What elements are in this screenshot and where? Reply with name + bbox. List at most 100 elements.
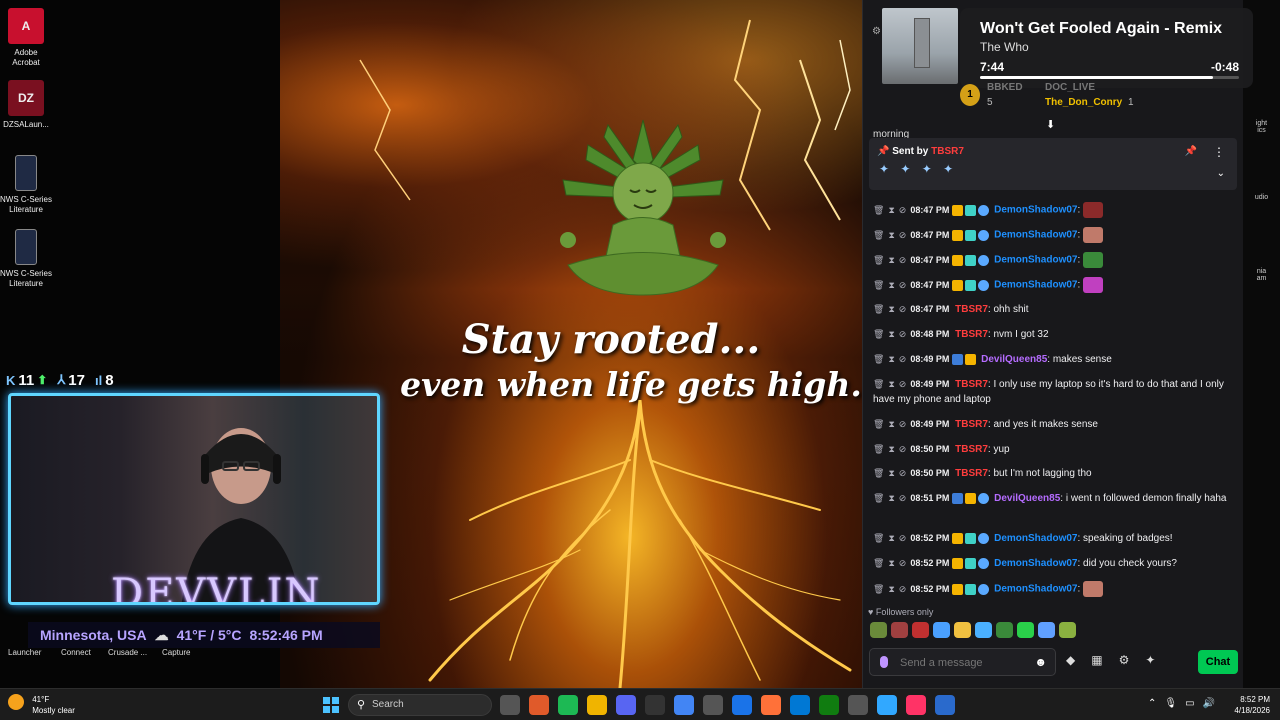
ban-icon[interactable]: ⊘	[899, 584, 907, 594]
desktop-icon-capture[interactable]: Capture	[162, 648, 190, 657]
taskbar-app-icon[interactable]	[587, 695, 607, 715]
chat-username[interactable]: DemonShadow07	[994, 255, 1077, 266]
chat-username[interactable]: TBSR7	[955, 379, 988, 390]
ban-icon[interactable]: ⊘	[899, 255, 907, 265]
timeout-icon[interactable]: ⧗	[888, 444, 894, 454]
chat-username[interactable]: DemonShadow07	[994, 584, 1077, 595]
chat-username[interactable]: DevilQueen85	[981, 354, 1047, 365]
desktop-icon-label[interactable]: nia am	[1243, 268, 1280, 282]
emote-icon[interactable]	[1038, 622, 1055, 638]
taskbar-app-icon[interactable]	[703, 695, 723, 715]
chat-username[interactable]: DemonShadow07	[994, 205, 1077, 216]
timeout-icon[interactable]: ⧗	[888, 304, 894, 314]
windows-start-icon[interactable]	[323, 697, 339, 713]
timeout-icon[interactable]: ⧗	[888, 255, 894, 265]
microphone-icon[interactable]: 🎙	[1164, 698, 1177, 709]
chat-username[interactable]: DemonShadow07	[994, 230, 1077, 241]
taskbar-app-icon[interactable]	[616, 695, 636, 715]
delete-icon[interactable]: 🗑	[873, 280, 884, 290]
timeout-icon[interactable]: ⧗	[888, 329, 894, 339]
pin-icon[interactable]: 📌	[1185, 146, 1197, 157]
collapse-arrow-icon[interactable]: ⬇	[1046, 118, 1055, 131]
ban-icon[interactable]: ⊘	[899, 558, 907, 568]
timeout-icon[interactable]: ⧗	[888, 584, 894, 594]
pinned-sender[interactable]: TBSR7	[931, 146, 964, 157]
emoji-icon[interactable]: ☻	[1034, 655, 1047, 669]
desktop-icon-acrobat[interactable]: A Adobe Acrobat	[0, 8, 52, 68]
ban-icon[interactable]: ⊘	[899, 205, 907, 215]
chat-username[interactable]: TBSR7	[955, 444, 988, 455]
ban-icon[interactable]: ⊘	[899, 230, 907, 240]
timeout-icon[interactable]: ⧗	[888, 493, 894, 503]
mic-icon[interactable]	[880, 656, 888, 668]
timeout-icon[interactable]: ⧗	[888, 379, 894, 389]
taskbar-app-icon[interactable]	[761, 695, 781, 715]
delete-icon[interactable]: 🗑	[873, 255, 884, 265]
delete-icon[interactable]: 🗑	[873, 558, 884, 568]
desktop-icon-launcher[interactable]: Launcher	[8, 648, 41, 657]
emote-icon[interactable]	[1059, 622, 1076, 638]
ban-icon[interactable]: ⊘	[899, 354, 907, 364]
ban-icon[interactable]: ⊘	[899, 468, 907, 478]
leader-user[interactable]: The_Don_Conry	[1045, 97, 1122, 108]
desktop-icon-label[interactable]: udio	[1243, 194, 1280, 201]
chat-username[interactable]: TBSR7	[955, 419, 988, 430]
delete-icon[interactable]: 🗑	[873, 419, 884, 429]
taskbar-app-icon[interactable]	[558, 695, 578, 715]
store-icon[interactable]: ▦	[1091, 653, 1102, 667]
chat-username[interactable]: DemonShadow07	[994, 280, 1077, 291]
ban-icon[interactable]: ⊘	[899, 379, 907, 389]
chat-username[interactable]: TBSR7	[955, 468, 988, 479]
timeout-icon[interactable]: ⧗	[888, 533, 894, 543]
leader-user[interactable]: BBKED	[987, 82, 1023, 93]
taskbar-app-icon[interactable]	[529, 695, 549, 715]
emote-icon[interactable]	[870, 622, 887, 638]
ban-icon[interactable]: ⊘	[899, 493, 907, 503]
chat-username[interactable]: DemonShadow07	[994, 533, 1077, 544]
chevron-down-icon[interactable]: ⌄	[1217, 168, 1225, 179]
taskbar-clock[interactable]: 8:52 PM 4/18/2026	[1226, 694, 1270, 716]
delete-icon[interactable]: 🗑	[873, 304, 884, 314]
delete-icon[interactable]: 🗑	[873, 444, 884, 454]
ban-icon[interactable]: ⊘	[899, 419, 907, 429]
delete-icon[interactable]: 🗑	[873, 354, 884, 364]
emote-icon[interactable]	[933, 622, 950, 638]
chevron-up-icon[interactable]: ⌃	[1148, 698, 1156, 709]
extension-icon[interactable]: ✦	[1145, 653, 1155, 667]
chat-send-button[interactable]: Chat	[1198, 650, 1238, 674]
taskbar-app-icon[interactable]	[645, 695, 665, 715]
taskbar-search[interactable]: ⚲ Search	[348, 694, 492, 716]
ban-icon[interactable]: ⊘	[899, 329, 907, 339]
delete-icon[interactable]: 🗑	[873, 205, 884, 215]
gear-icon[interactable]: ⚙	[1119, 653, 1130, 667]
desktop-icon-nws-1[interactable]: NWS C-Series Literature	[0, 155, 52, 215]
desktop-icon-nws-2[interactable]: NWS C-Series Literature	[0, 229, 52, 289]
emote-icon[interactable]	[954, 622, 971, 638]
chat-username[interactable]: TBSR7	[955, 304, 988, 315]
taskbar-app-icon[interactable]	[906, 695, 926, 715]
ban-icon[interactable]: ⊘	[899, 280, 907, 290]
more-options-icon[interactable]: ⋮	[1213, 145, 1225, 159]
taskbar-app-icon[interactable]	[877, 695, 897, 715]
delete-icon[interactable]: 🗑	[873, 329, 884, 339]
emote-icon[interactable]	[891, 622, 908, 638]
ban-icon[interactable]: ⊘	[899, 304, 907, 314]
delete-icon[interactable]: 🗑	[873, 230, 884, 240]
desktop-icon-crusade[interactable]: Crusade ...	[108, 648, 147, 657]
ban-icon[interactable]: ⊘	[899, 444, 907, 454]
delete-icon[interactable]: 🗑	[873, 468, 884, 478]
timeout-icon[interactable]: ⧗	[888, 419, 894, 429]
chat-input[interactable]	[900, 653, 1030, 673]
taskbar-app-icon[interactable]	[674, 695, 694, 715]
desktop-icon-label[interactable]: ight ics	[1243, 120, 1280, 134]
ban-icon[interactable]: ⊘	[899, 533, 907, 543]
desktop-icon-connect[interactable]: Connect	[61, 648, 91, 657]
taskbar-app-icon[interactable]	[819, 695, 839, 715]
network-icon[interactable]: ▭	[1185, 698, 1194, 709]
emote-icon[interactable]	[912, 622, 929, 638]
volume-icon[interactable]: 🔊	[1203, 698, 1215, 709]
delete-icon[interactable]: 🗑	[873, 584, 884, 594]
taskbar-app-icon[interactable]	[790, 695, 810, 715]
taskbar-app-icon[interactable]	[732, 695, 752, 715]
emote-icon[interactable]	[1017, 622, 1034, 638]
